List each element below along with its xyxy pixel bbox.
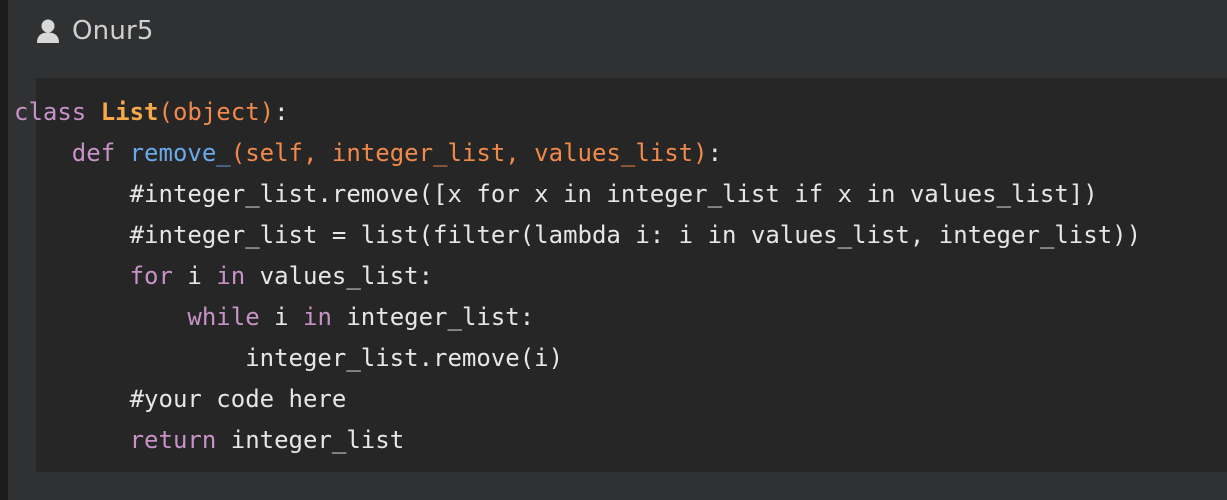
code-token: i: [172, 262, 217, 290]
code-token: in: [303, 303, 332, 331]
code-line: return integer_list: [14, 420, 1141, 461]
code-token: (object): [158, 98, 275, 126]
code-line: #integer_list = list(filter(lambda i: i …: [14, 215, 1141, 256]
code-token: class: [14, 98, 101, 126]
code-line: #your code here: [14, 379, 1141, 420]
code-token: i: [259, 303, 303, 331]
code-line: class List(object):: [14, 92, 1141, 133]
code-token: while: [187, 303, 260, 331]
code-line: while i in integer_list:: [14, 297, 1141, 338]
code-token: for: [129, 262, 173, 290]
code-token: in: [216, 262, 246, 290]
code-token: :: [274, 98, 289, 126]
code-line: def remove_(self, integer_list, values_l…: [14, 133, 1141, 174]
code-token: integer_list:: [331, 303, 535, 331]
code-token: integer_list: [216, 426, 405, 454]
code-token: List: [100, 98, 159, 126]
code-token: #integer_list.remove([x for x in integer…: [14, 180, 1098, 208]
author-name[interactable]: Onur5: [72, 16, 154, 46]
code-token: values_list:: [245, 262, 434, 290]
author-header: Onur5: [36, 14, 154, 48]
code-token: remove_: [129, 139, 231, 167]
code-token: #integer_list = list(filter(lambda i: i …: [14, 221, 1142, 249]
code-content: class List(object): def remove_(self, in…: [14, 92, 1141, 461]
code-line: integer_list.remove(i): [14, 338, 1141, 379]
code-token: integer_list.remove(i): [14, 344, 564, 372]
code-token: #your code here: [14, 385, 347, 413]
code-token: def: [71, 139, 130, 167]
code-token: return: [129, 426, 217, 454]
code-line: for i in values_list:: [14, 256, 1141, 297]
code-line: #integer_list.remove([x for x in integer…: [14, 174, 1141, 215]
user-icon: [36, 18, 60, 44]
code-token: (self, integer_list, values_list): [230, 139, 708, 167]
code-token: :: [707, 139, 723, 167]
